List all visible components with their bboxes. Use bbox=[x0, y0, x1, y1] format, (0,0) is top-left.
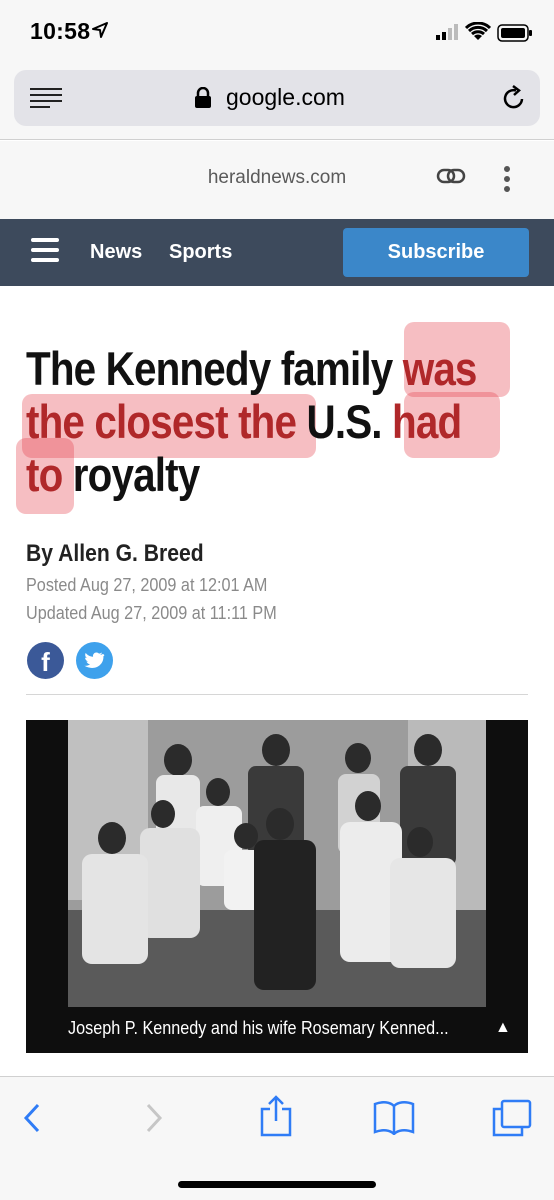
updated-date: Updated Aug 27, 2009 at 11:11 PM bbox=[26, 603, 277, 623]
family-photo-illustration bbox=[68, 720, 486, 1007]
home-indicator[interactable] bbox=[178, 1181, 376, 1188]
more-options-icon[interactable] bbox=[503, 165, 511, 193]
subscribe-button[interactable]: Subscribe bbox=[343, 228, 529, 277]
headline-highlighted-text: the closest the bbox=[26, 395, 297, 448]
article-byline: By Allen G. Breed bbox=[26, 540, 204, 567]
headline-text: The Kennedy family bbox=[26, 342, 403, 395]
headline-highlighted-text: to bbox=[26, 448, 63, 501]
headline-text: U.S. bbox=[296, 395, 393, 448]
share-icon[interactable] bbox=[260, 1095, 292, 1137]
article-headline: The Kennedy family was the closest the U.… bbox=[26, 342, 542, 501]
divider bbox=[26, 694, 528, 695]
article-photo-frame[interactable]: Joseph P. Kennedy and his wife Rosemary … bbox=[26, 720, 528, 1053]
status-time: 10:58 bbox=[30, 18, 91, 44]
battery-icon bbox=[497, 24, 532, 42]
caption-expand-toggle[interactable]: ▲ bbox=[495, 1019, 511, 1037]
back-icon[interactable] bbox=[22, 1103, 42, 1133]
browser-toolbar bbox=[0, 1076, 554, 1200]
reload-icon[interactable] bbox=[502, 85, 526, 111]
site-navigation: News Sports Subscribe bbox=[0, 219, 554, 286]
bookmarks-icon[interactable] bbox=[373, 1101, 415, 1135]
amp-domain[interactable]: heraldnews.com bbox=[0, 167, 554, 189]
photo-caption: Joseph P. Kennedy and his wife Rosemary … bbox=[68, 1018, 449, 1038]
reader-view-icon[interactable] bbox=[30, 86, 62, 110]
wifi-icon bbox=[465, 22, 491, 40]
headline-highlighted-text: was bbox=[402, 342, 478, 395]
nav-sports-link[interactable]: Sports bbox=[169, 241, 232, 264]
headline-text: royalty bbox=[62, 448, 200, 501]
amp-header: heraldnews.com bbox=[0, 141, 554, 219]
address-bar[interactable]: google.com bbox=[14, 70, 540, 126]
facebook-share-icon[interactable]: f bbox=[27, 642, 64, 679]
posted-date: Posted Aug 27, 2009 at 12:01 AM bbox=[26, 575, 268, 595]
tabs-icon[interactable] bbox=[492, 1099, 532, 1137]
location-arrow-icon bbox=[92, 22, 108, 38]
url-text[interactable]: google.com bbox=[226, 84, 345, 111]
headline-highlighted-text: had bbox=[392, 395, 462, 448]
family-photo[interactable] bbox=[68, 720, 486, 1007]
link-icon[interactable] bbox=[436, 167, 466, 187]
nav-news-link[interactable]: News bbox=[90, 241, 142, 264]
browser-chrome: 10:58 google.com bbox=[0, 0, 554, 140]
signal-icon bbox=[436, 24, 458, 40]
forward-icon[interactable] bbox=[144, 1103, 164, 1133]
twitter-share-icon[interactable] bbox=[76, 642, 113, 679]
lock-icon bbox=[195, 87, 211, 108]
menu-icon[interactable] bbox=[31, 238, 59, 264]
